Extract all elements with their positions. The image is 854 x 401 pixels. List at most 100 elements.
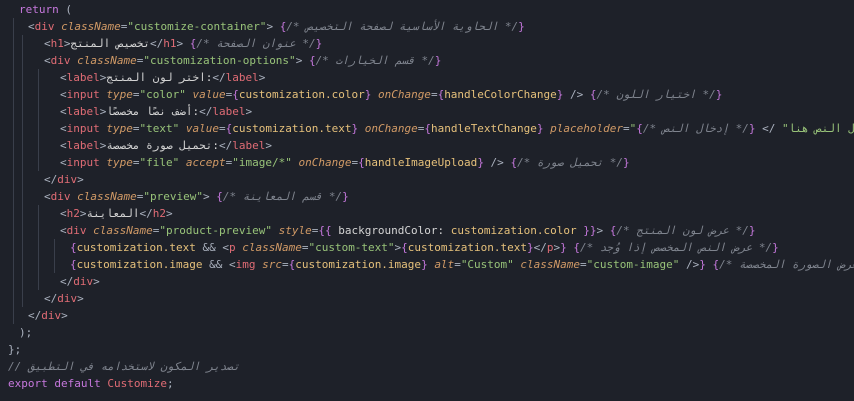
code-token: src	[262, 258, 282, 271]
indent-guide	[38, 222, 39, 239]
code-token: }	[536, 122, 544, 135]
code-token: "Custom"	[460, 258, 514, 271]
indent-guide	[54, 256, 55, 273]
indent-guide	[13, 86, 14, 103]
code-token: >	[266, 20, 280, 33]
code-line[interactable]: <input type="color" value={customization…	[0, 86, 722, 103]
code-token: h1	[163, 37, 177, 50]
code-token: label	[66, 105, 100, 118]
code-line[interactable]: </div>	[0, 273, 100, 290]
indent-guide	[22, 86, 23, 103]
indent-guide	[13, 307, 14, 324]
indent-guide	[13, 103, 14, 120]
indent-guide	[13, 205, 14, 222]
code-token: تخصيص المنتج	[70, 37, 150, 50]
indent-guide	[13, 154, 14, 171]
code-token: >	[165, 207, 173, 220]
code-line[interactable]: <div className="customization-options"> …	[0, 52, 441, 69]
indent-guide	[13, 18, 14, 35]
code-line[interactable]: <h1>تخصيص المنتج</h1> {/* عنوان الصفحة *…	[0, 35, 322, 52]
code-token: /* إدخال النص */	[642, 122, 749, 135]
code-line[interactable]: <label>أضف نصًا مخصصًا:</label>	[0, 103, 252, 120]
code-token: handleImageUpload	[364, 156, 478, 169]
code-token: }	[636, 122, 643, 135]
code-token: export default	[8, 377, 101, 390]
indent-guide	[38, 86, 39, 103]
code-line[interactable]: <h2>المعاينة</h2>	[0, 205, 173, 222]
indent-guide	[38, 256, 39, 273]
code-line[interactable]: <label>اختر لون المنتج:</label>	[0, 69, 265, 86]
code-token: type	[106, 88, 133, 101]
code-line[interactable]: </div>	[0, 171, 84, 188]
code-line[interactable]: export default Customize;	[0, 375, 174, 392]
code-token: className	[77, 54, 137, 67]
code-token: customization.text	[407, 241, 528, 254]
code-token: =	[623, 122, 630, 135]
code-token: && <	[195, 241, 229, 254]
code-token: {	[70, 258, 77, 271]
code-line[interactable]: return (	[0, 1, 72, 18]
code-token: type	[106, 122, 133, 135]
code-token: <	[60, 105, 67, 118]
code-token: =	[430, 88, 438, 101]
indent-guide	[22, 273, 23, 290]
indent-guide	[13, 171, 14, 188]
indent-guide	[38, 120, 39, 137]
code-line[interactable]: );	[0, 324, 32, 341]
code-token: /* عرض النص المخصص إذا وُجد */	[580, 241, 773, 254]
code-line[interactable]: <input type="text" value={customization.…	[0, 120, 854, 137]
code-token: </	[139, 207, 153, 220]
code-line[interactable]: <label>تحميل صورة مخصصة:</label>	[0, 137, 272, 154]
code-token: >	[245, 105, 253, 118]
code-token: />	[755, 122, 782, 135]
indent-guide	[13, 256, 14, 273]
code-token: }	[560, 241, 567, 254]
code-token: h1	[50, 37, 64, 50]
code-token: ;	[166, 377, 174, 390]
code-token: >	[295, 54, 309, 67]
code-line[interactable]: <div className="preview"> {/* قسم المعاي…	[0, 188, 349, 205]
code-token: {{	[318, 224, 332, 237]
code-token: {	[216, 190, 223, 203]
code-token: div	[34, 20, 55, 33]
code-token: backgroundColor:	[331, 224, 451, 237]
code-line[interactable]: </div>	[0, 307, 68, 324]
code-token: input	[66, 88, 100, 101]
code-line[interactable]: // تصدير المكون لاستخدامه في التطبيق	[0, 358, 240, 375]
code-token: }	[623, 156, 630, 169]
indent-guide	[38, 137, 39, 154]
code-line[interactable]: <input type="file" accept="image/*" onCh…	[0, 154, 630, 171]
code-token: div	[41, 309, 62, 322]
code-line[interactable]: {customization.image && <img src={custom…	[0, 256, 854, 273]
code-line[interactable]: </div>	[0, 290, 84, 307]
indent-guide	[22, 222, 23, 239]
code-token: >	[61, 309, 68, 322]
indent-guide	[13, 137, 14, 154]
code-token: div	[50, 190, 71, 203]
code-line[interactable]: {customization.text && <p className="cus…	[0, 239, 779, 256]
code-token: <	[60, 122, 67, 135]
indent-guide	[22, 69, 23, 86]
code-token: =	[281, 258, 289, 271]
code-token: >	[265, 139, 272, 152]
code-token: </	[149, 37, 164, 50]
code-line[interactable]: };	[0, 341, 21, 358]
code-token: alt	[434, 258, 455, 271]
indent-guide	[13, 188, 14, 205]
code-token: <	[44, 54, 51, 67]
indent-guide	[22, 239, 23, 256]
code-line[interactable]: <div className="product-preview" style={…	[0, 222, 755, 239]
code-token: "preview"	[143, 190, 203, 203]
code-editor[interactable]: return (<div className="customize-contai…	[0, 0, 854, 401]
code-token: p	[546, 241, 554, 254]
code-token: handleColorChange	[444, 88, 557, 101]
code-token: اختر لون المنتج:	[106, 71, 213, 84]
code-token: /* قسم المعاينة */	[222, 190, 343, 203]
indent-guide	[54, 239, 55, 256]
code-line[interactable]: <div className="customize-container"> {/…	[0, 18, 525, 35]
code-token: customization.color	[450, 224, 577, 237]
code-token: "file"	[139, 156, 180, 169]
